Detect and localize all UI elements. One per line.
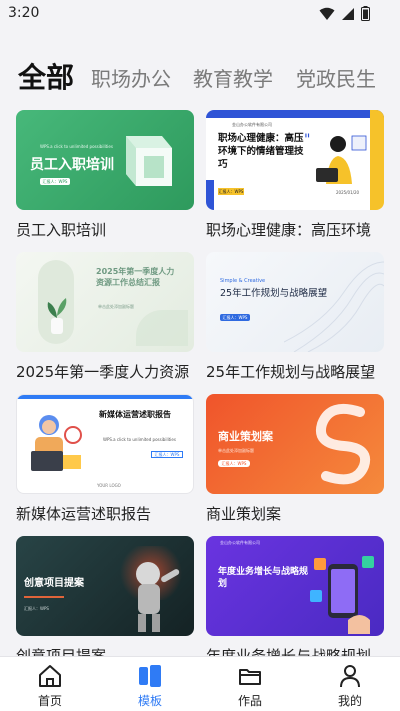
thumb-topbar: [17, 395, 193, 399]
template-title[interactable]: 创意项目提案: [16, 646, 201, 656]
thumb-title: 25年工作规划与战略展望: [220, 288, 328, 299]
thumb-company: 金山办公软件有限公司: [232, 122, 272, 127]
thumb-date: 2025/01/20: [336, 190, 360, 195]
thumb-subtitle: 单击此处添加副标题: [98, 304, 134, 309]
signal-icon: [342, 7, 354, 20]
thumb-title: 员工入职培训: [30, 157, 114, 173]
s-shape-graphic: [316, 404, 370, 485]
template-title[interactable]: 年度业务增长与战略规划: [206, 646, 391, 656]
thumb-title: 职场心理健康：高压环境下的情绪管理技巧: [218, 133, 304, 170]
nav-home[interactable]: 首页: [0, 657, 100, 711]
thumb-title: 年度业务增长与战略规划: [218, 567, 309, 589]
thumb-tag: Simple & Creative: [220, 278, 266, 284]
status-icons: [319, 6, 370, 21]
template-icon: [139, 665, 161, 687]
nav-label: 模板: [137, 694, 162, 708]
status-time: 3:20: [8, 5, 40, 21]
thumb-presenter: 汇报人：WPS: [24, 606, 49, 611]
template-title[interactable]: 2025年第一季度人力资源: [16, 362, 201, 382]
nav-label: 首页: [37, 694, 62, 708]
template-card[interactable]: 创意项目提案 汇报人：WPS 创意项目提案: [16, 536, 194, 656]
wifi-icon: [319, 7, 335, 20]
media-worker-illustration: [31, 415, 82, 471]
tab-government[interactable]: 党政民生: [296, 57, 376, 101]
template-title[interactable]: 25年工作规划与战略展望: [206, 362, 391, 382]
thumb-topbar: [206, 110, 384, 118]
template-card[interactable]: 新媒体运营述职报告 WPS.a click to unlimited possi…: [16, 394, 194, 524]
cube-graphic: [126, 136, 172, 186]
thumb-presenter: 汇报人：WPS: [151, 451, 183, 458]
template-thumbnail[interactable]: 2025年第一季度人力资源工作总结汇报 单击此处添加副标题: [16, 252, 194, 352]
tab-office[interactable]: 职场办公: [91, 57, 171, 101]
template-title[interactable]: 职场心理健康：高压环境: [206, 220, 391, 240]
template-card[interactable]: 商业策划案 单击此处添加副标题 汇报人：WPS 商业策划案: [206, 394, 384, 524]
thumb-title: 创意项目提案: [24, 578, 84, 589]
template-card[interactable]: WPS.a click to unlimited possibilities 员…: [16, 110, 194, 240]
nav-label: 我的: [337, 694, 362, 708]
thumb-presenter: 汇报人：WPS: [40, 178, 70, 185]
bottom-navigation: 首页 模板 作品 我的: [0, 656, 400, 711]
thumb-company: 金山办公软件有限公司: [220, 540, 260, 545]
template-title[interactable]: 商业策划案: [206, 504, 391, 524]
thumb-title: 新媒体运营述职报告: [99, 410, 171, 419]
template-grid: WPS.a click to unlimited possibilities 员…: [0, 108, 400, 656]
user-icon: [340, 665, 360, 688]
category-tabs: 全部 职场办公 教育教学 党政民生: [0, 56, 400, 102]
home-icon: [39, 665, 61, 687]
template-card[interactable]: 金山办公软件有限公司 职场心理健康：高压环境下的情绪管理技巧 汇报人：WPS 2…: [206, 110, 384, 240]
battery-icon: [361, 6, 370, 21]
nav-templates[interactable]: 模板: [100, 657, 200, 711]
folder-icon: [239, 669, 261, 685]
template-title[interactable]: 员工入职培训: [16, 220, 201, 240]
thumb-presenter: 汇报人：WPS: [220, 314, 250, 321]
wave-lines-graphic: [284, 261, 384, 352]
thumb-subtitle: 单击此处添加副标题: [218, 448, 254, 453]
template-thumbnail[interactable]: Simple & Creative 25年工作规划与战略展望 汇报人：WPS: [206, 252, 384, 352]
template-thumbnail[interactable]: 创意项目提案 汇报人：WPS: [16, 536, 194, 636]
thumb-subtitle: WPS.a click to unlimited possibilities: [40, 144, 113, 149]
template-thumbnail[interactable]: 金山办公软件有限公司 年度业务增长与战略规划: [206, 536, 384, 636]
thumb-title: 商业策划案: [218, 430, 273, 443]
thumb-corner: [206, 180, 214, 210]
template-card[interactable]: 金山办公软件有限公司 年度业务增长与战略规划 年度业务增长与战略规划: [206, 536, 384, 656]
template-card[interactable]: 2025年第一季度人力资源工作总结汇报 单击此处添加副标题 2025年第一季度人…: [16, 252, 194, 382]
leaf-decoration: [136, 310, 188, 346]
nav-label: 作品: [237, 694, 262, 708]
thumb-title: 2025年第一季度人力资源工作总结汇报: [96, 267, 175, 287]
thumb-presenter: 汇报人：WPS: [218, 188, 244, 195]
thumb-presenter: 汇报人：WPS: [218, 460, 250, 467]
plant-icon: [47, 298, 67, 334]
thumb-subtitle: WPS.a click to unlimited possibilities: [103, 437, 176, 442]
person-laptop-illustration: ": [304, 132, 367, 184]
phone-hand-illustration: [310, 556, 374, 634]
template-card[interactable]: Simple & Creative 25年工作规划与战略展望 汇报人：WPS 2…: [206, 252, 384, 382]
thumb-logo: YOUR LOGO: [97, 483, 121, 488]
template-thumbnail[interactable]: 商业策划案 单击此处添加副标题 汇报人：WPS: [206, 394, 384, 494]
nav-profile[interactable]: 我的: [300, 657, 400, 711]
tab-education[interactable]: 教育教学: [193, 57, 273, 101]
svg-text:": ": [304, 132, 310, 148]
template-thumbnail[interactable]: WPS.a click to unlimited possibilities 员…: [16, 110, 194, 210]
template-thumbnail[interactable]: 新媒体运营述职报告 WPS.a click to unlimited possi…: [16, 394, 194, 494]
template-title[interactable]: 新媒体运营述职报告: [16, 504, 201, 524]
astronaut-illustration: [136, 562, 180, 632]
status-bar: 3:20: [0, 0, 400, 30]
thumb-accent-line: [24, 596, 64, 598]
nav-works[interactable]: 作品: [200, 657, 300, 711]
template-thumbnail[interactable]: 金山办公软件有限公司 职场心理健康：高压环境下的情绪管理技巧 汇报人：WPS 2…: [206, 110, 384, 210]
thumb-sidebar: [370, 110, 384, 210]
tab-all[interactable]: 全部: [18, 56, 74, 100]
